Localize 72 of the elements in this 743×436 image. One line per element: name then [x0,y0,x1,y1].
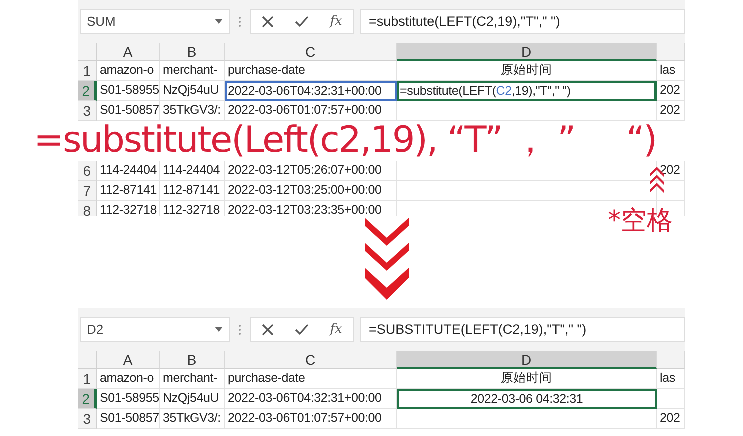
table-cell[interactable]: 2022-03-06T01:07:57+00:00 [225,101,397,121]
table-cell[interactable]: purchase-date [225,369,397,389]
table-cell[interactable]: merchant- [160,369,225,389]
table-cell[interactable]: 原始时间 [397,61,657,81]
name-box-text: D2 [87,322,104,337]
column-header[interactable]: C [225,43,397,61]
table-cell[interactable]: 114-24404 [97,161,160,181]
row-header[interactable]: 8 [78,201,97,216]
name-box[interactable]: SUM [80,9,230,34]
table-cell[interactable]: merchant- [160,61,225,81]
table-cell[interactable]: S01-58955 [97,81,160,101]
table-cell[interactable]: 35TkGV3/: [160,409,225,429]
table-cell[interactable] [657,389,685,409]
table-cell[interactable]: 2022-03-06T01:07:57+00:00 [225,409,397,429]
cancel-icon[interactable] [262,16,274,28]
table-cell[interactable]: 2022-03-06T04:32:31+00:00 [225,81,397,101]
space-annotation: *空格 [608,208,673,234]
table-cell[interactable]: S01-50857 [97,409,160,429]
row-header[interactable]: 3 [78,101,97,121]
column-header[interactable]: D [397,351,657,369]
cancel-icon[interactable] [262,324,274,336]
table-cell[interactable]: NzQj54uU [160,81,225,101]
table-cell[interactable]: 2022-03-12T03:25:00+00:00 [225,181,397,201]
table-cell[interactable]: 2022-03-12T05:26:07+00:00 [225,161,397,181]
grip-icon [236,322,244,336]
table-cell[interactable]: las [657,61,685,81]
table-cell[interactable]: S01-58955 [97,389,160,409]
table-cell[interactable]: 原始时间 [397,369,657,389]
checkmark-icon[interactable] [294,324,309,336]
table-cell[interactable]: amazon-o [97,61,160,81]
table-cell[interactable]: 112-87141 [160,181,225,201]
table-cell[interactable]: 2022-03-06T04:32:31+00:00 [225,389,397,409]
table-cell[interactable]: 35TkGV3/: [160,101,225,121]
name-box-text: SUM [87,14,116,29]
formula-bar[interactable]: =SUBSTITUTE(LEFT(C2,19),"T"," ") [360,317,685,342]
table-cell[interactable]: 2022-03-06 04:32:31 [397,389,657,409]
dropdown-caret-icon[interactable] [215,327,223,332]
table-cell[interactable]: 112-32718 [160,201,225,216]
row-header[interactable]: 1 [78,369,97,389]
dropdown-caret-icon[interactable] [215,19,223,24]
column-header[interactable]: A [97,351,160,369]
column-header[interactable]: B [160,351,225,369]
table-cell[interactable] [397,409,657,429]
table-cell[interactable]: 112-32718 [97,201,160,216]
insert-function-button[interactable]: fx [330,14,342,29]
table-cell[interactable]: 202 [657,81,685,101]
checkmark-icon[interactable] [294,16,309,28]
down-arrows-icon [364,216,408,300]
table-cell[interactable] [397,101,657,121]
name-box[interactable]: D2 [80,317,230,342]
table-cell[interactable]: amazon-o [97,369,160,389]
table-cell[interactable]: S01-50857 [97,101,160,121]
table-cell[interactable]: NzQj54uU [160,389,225,409]
grip-icon [236,14,244,28]
row-header[interactable]: 7 [78,181,97,201]
row-header[interactable]: 6 [78,161,97,181]
table-cell[interactable]: las [657,369,685,389]
row-header[interactable]: 3 [78,409,97,429]
column-header[interactable]: B [160,43,225,61]
column-header[interactable]: A [97,43,160,61]
table-cell[interactable]: 114-24404 [160,161,225,181]
table-cell[interactable]: purchase-date [225,61,397,81]
column-header[interactable]: D [397,43,657,61]
column-header[interactable]: C [225,351,397,369]
table-cell[interactable]: 112-87141 [97,181,160,201]
insert-function-button[interactable]: fx [330,322,342,337]
table-cell[interactable]: 202 [657,101,685,121]
cell-editor[interactable]: =substitute(LEFT(C2,19),"T"," ") [397,81,657,101]
formula-bar[interactable]: =substitute(LEFT(C2,19),"T"," ") [360,9,685,34]
table-cell[interactable]: 202 [657,409,685,429]
row-header[interactable]: 1 [78,61,97,81]
formula-annotation: =substitute(Left(c2,19), “T” ， ” “) [34,122,657,160]
